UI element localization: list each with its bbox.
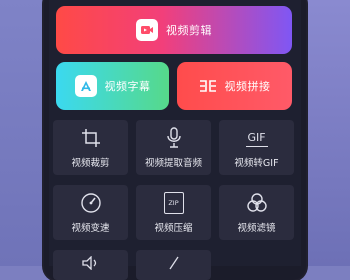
video-clip-label: 视频剪辑	[166, 24, 212, 37]
video-join-button[interactable]: 视频拼接	[177, 62, 292, 110]
gif-icon: GIF	[245, 127, 268, 149]
tool-gif[interactable]: GIF 视频转GIF	[219, 120, 294, 175]
tool-label: 视频提取音频	[144, 157, 202, 169]
video-join-label: 视频拼接	[224, 80, 271, 93]
gif-icon-text: GIF	[247, 130, 266, 144]
speedometer-icon	[80, 192, 102, 214]
app-screen: 视频剪辑 视频字幕 视频拼接 视频裁剪 视频提取音频 GIF 视频转GIF 视频…	[49, 0, 301, 280]
tool-crop[interactable]: 视频裁剪	[53, 120, 128, 175]
tool-extract-audio[interactable]: 视频提取音频	[136, 120, 211, 175]
join-icon	[199, 79, 217, 93]
subtitle-icon	[74, 75, 97, 97]
tool-volume[interactable]	[53, 250, 128, 280]
tool-label: 视频转GIF	[234, 157, 279, 169]
tool-compress[interactable]: ZIP 视频压缩	[136, 185, 211, 240]
microphone-icon	[165, 126, 183, 149]
tool-label: 视频裁剪	[71, 157, 110, 169]
video-subtitle-label: 视频字幕	[104, 80, 151, 93]
video-clip-icon	[136, 19, 158, 41]
tool-label: 视频变速	[71, 222, 110, 234]
zip-icon-text: ZIP	[168, 198, 179, 207]
volume-icon	[81, 252, 101, 274]
tool-speed[interactable]: 视频变速	[53, 185, 128, 240]
crop-icon	[81, 127, 101, 149]
zip-icon: ZIP	[163, 191, 184, 214]
filter-icon	[246, 192, 268, 214]
tool-label: 视频压缩	[154, 222, 193, 234]
video-clip-button[interactable]: 视频剪辑	[56, 6, 292, 54]
video-subtitle-button[interactable]: 视频字幕	[56, 62, 169, 110]
tool-label: 视频滤镜	[237, 222, 276, 234]
tool-filter[interactable]: 视频滤镜	[219, 185, 294, 240]
slash-icon	[164, 252, 184, 274]
tool-more[interactable]	[136, 250, 211, 280]
background-left	[0, 0, 44, 266]
background-right	[306, 0, 350, 266]
